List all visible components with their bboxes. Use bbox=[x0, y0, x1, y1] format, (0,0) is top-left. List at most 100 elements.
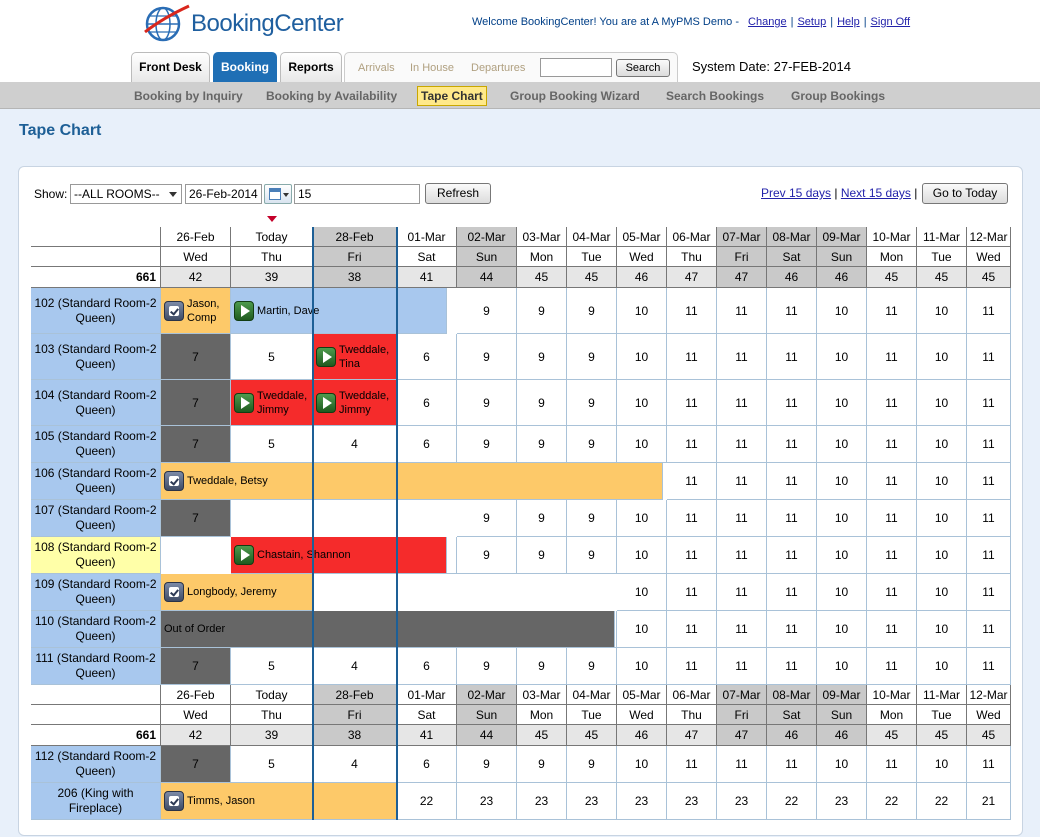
availability-cell[interactable]: 23 bbox=[817, 783, 867, 820]
availability-cell[interactable]: 11 bbox=[867, 537, 917, 574]
bookingcenter-logo[interactable]: BookingCenter bbox=[143, 2, 344, 44]
availability-cell[interactable]: 10 bbox=[817, 574, 867, 611]
availability-cell[interactable]: 11 bbox=[667, 746, 717, 783]
quick-search-input[interactable] bbox=[540, 58, 612, 77]
availability-cell[interactable]: 11 bbox=[767, 463, 817, 500]
checked-in-icon[interactable] bbox=[164, 582, 184, 602]
room-label[interactable]: 104 (Standard Room-2 Queen) bbox=[31, 380, 161, 426]
availability-cell[interactable]: 10 bbox=[817, 746, 867, 783]
arrival-play-icon[interactable] bbox=[234, 545, 254, 565]
availability-cell[interactable]: 9 bbox=[567, 537, 617, 574]
go-to-today-button[interactable]: Go to Today bbox=[922, 183, 1008, 204]
availability-cell[interactable]: 22 bbox=[867, 783, 917, 820]
availability-cell[interactable]: 4 bbox=[313, 648, 397, 685]
availability-cell[interactable]: 10 bbox=[617, 611, 667, 648]
availability-cell[interactable]: 23 bbox=[517, 783, 567, 820]
availability-cell[interactable]: 11 bbox=[717, 500, 767, 537]
availability-cell[interactable]: 10 bbox=[817, 334, 867, 380]
subnav-booking-by-inquiry[interactable]: Booking by Inquiry bbox=[134, 89, 243, 103]
booking-bar[interactable]: Timms, Jason bbox=[161, 783, 397, 820]
availability-cell[interactable]: 9 bbox=[517, 380, 567, 426]
availability-cell[interactable]: 10 bbox=[617, 288, 667, 334]
availability-cell[interactable]: 11 bbox=[767, 334, 817, 380]
availability-cell[interactable]: 11 bbox=[967, 288, 1011, 334]
availability-cell[interactable]: 11 bbox=[967, 463, 1011, 500]
availability-cell[interactable]: 9 bbox=[517, 288, 567, 334]
availability-cell[interactable]: 6 bbox=[397, 334, 457, 380]
prev-days-link[interactable]: Prev 15 days bbox=[761, 186, 831, 200]
checked-in-icon[interactable] bbox=[164, 300, 184, 321]
availability-cell[interactable]: 9 bbox=[567, 746, 617, 783]
availability-cell[interactable]: 11 bbox=[967, 334, 1011, 380]
sign-off-link[interactable]: Sign Off bbox=[871, 16, 911, 28]
availability-cell[interactable]: 22 bbox=[397, 783, 457, 820]
availability-cell[interactable]: 10 bbox=[917, 611, 967, 648]
booking-bar[interactable]: Out of Order bbox=[161, 611, 615, 648]
availability-cell[interactable]: 9 bbox=[457, 746, 517, 783]
availability-cell[interactable]: 9 bbox=[567, 500, 617, 537]
availability-cell[interactable]: 10 bbox=[917, 648, 967, 685]
availability-cell[interactable]: 9 bbox=[567, 288, 617, 334]
availability-cell[interactable]: 10 bbox=[617, 746, 667, 783]
availability-cell[interactable]: 9 bbox=[457, 380, 517, 426]
availability-cell[interactable]: 22 bbox=[767, 783, 817, 820]
availability-cell[interactable]: 11 bbox=[767, 426, 817, 463]
availability-cell[interactable]: 23 bbox=[457, 783, 517, 820]
availability-cell[interactable]: 10 bbox=[917, 537, 967, 574]
arrival-play-icon[interactable] bbox=[316, 346, 336, 367]
availability-cell[interactable]: 5 bbox=[231, 426, 313, 463]
availability-cell[interactable]: 11 bbox=[667, 574, 717, 611]
room-filter-select[interactable]: --ALL ROOMS-- bbox=[70, 184, 182, 204]
availability-cell[interactable]: 10 bbox=[617, 426, 667, 463]
availability-cell[interactable]: 10 bbox=[917, 380, 967, 426]
availability-cell[interactable]: 11 bbox=[867, 463, 917, 500]
arrival-play-icon[interactable] bbox=[316, 392, 336, 413]
availability-cell[interactable]: 11 bbox=[767, 746, 817, 783]
availability-cell[interactable]: 10 bbox=[917, 334, 967, 380]
availability-cell[interactable]: 6 bbox=[397, 746, 457, 783]
room-label[interactable]: 103 (Standard Room-2 Queen) bbox=[31, 334, 161, 380]
availability-cell[interactable]: 11 bbox=[717, 426, 767, 463]
availability-cell[interactable]: 11 bbox=[967, 648, 1011, 685]
availability-cell[interactable]: 23 bbox=[667, 783, 717, 820]
availability-cell[interactable]: 10 bbox=[617, 574, 667, 611]
availability-cell[interactable]: 11 bbox=[967, 611, 1011, 648]
availability-cell[interactable]: 11 bbox=[867, 426, 917, 463]
room-label[interactable]: 108 (Standard Room-2 Queen) bbox=[31, 537, 161, 574]
availability-cell[interactable]: 11 bbox=[967, 380, 1011, 426]
availability-cell[interactable]: 11 bbox=[667, 426, 717, 463]
room-label[interactable]: 106 (Standard Room-2 Queen) bbox=[31, 463, 161, 500]
refresh-button[interactable]: Refresh bbox=[425, 183, 491, 204]
booking-bar[interactable]: Tweddale, Jimmy bbox=[231, 380, 313, 426]
availability-cell[interactable]: 10 bbox=[617, 537, 667, 574]
booking-bar[interactable]: Chastain, Shannon bbox=[231, 537, 447, 574]
availability-cell[interactable]: 9 bbox=[457, 288, 517, 334]
room-label[interactable]: 112 (Standard Room-2 Queen) bbox=[31, 746, 161, 783]
availability-cell[interactable]: 4 bbox=[313, 426, 397, 463]
subnav-booking-by-availability[interactable]: Booking by Availability bbox=[266, 89, 397, 103]
availability-cell[interactable]: 9 bbox=[517, 426, 567, 463]
availability-cell[interactable]: 11 bbox=[717, 746, 767, 783]
availability-cell[interactable]: 10 bbox=[617, 334, 667, 380]
availability-cell[interactable]: 10 bbox=[817, 611, 867, 648]
arrival-play-icon[interactable] bbox=[234, 392, 254, 413]
change-link[interactable]: Change bbox=[748, 16, 787, 28]
availability-cell[interactable]: 11 bbox=[867, 611, 917, 648]
booking-bar[interactable]: Jason, Comp bbox=[161, 288, 231, 334]
availability-cell[interactable]: 11 bbox=[667, 537, 717, 574]
availability-cell[interactable]: 11 bbox=[717, 537, 767, 574]
availability-cell[interactable]: 7 bbox=[161, 334, 231, 380]
availability-cell[interactable]: 23 bbox=[717, 783, 767, 820]
availability-cell[interactable]: 11 bbox=[767, 648, 817, 685]
availability-cell[interactable]: 11 bbox=[867, 334, 917, 380]
availability-cell[interactable]: 9 bbox=[517, 537, 567, 574]
availability-cell[interactable]: 23 bbox=[567, 783, 617, 820]
availability-cell[interactable]: 10 bbox=[917, 500, 967, 537]
tab-front-desk[interactable]: Front Desk bbox=[131, 52, 210, 82]
setup-link[interactable]: Setup bbox=[797, 16, 826, 28]
availability-cell[interactable]: 9 bbox=[517, 500, 567, 537]
availability-cell[interactable]: 11 bbox=[667, 611, 717, 648]
booking-bar[interactable]: Tweddale, Betsy bbox=[161, 463, 663, 500]
departures-link[interactable]: Departures bbox=[471, 62, 525, 74]
subnav-group-booking-wizard[interactable]: Group Booking Wizard bbox=[510, 89, 640, 103]
